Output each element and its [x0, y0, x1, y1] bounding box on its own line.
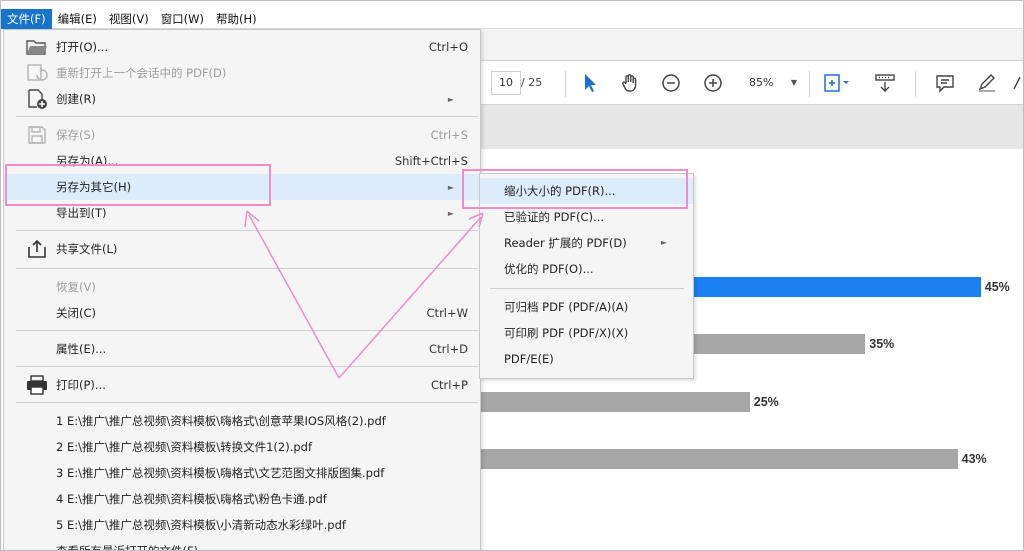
chart-data-label: 35%	[869, 337, 895, 351]
chevron-right-icon: ►	[447, 94, 454, 104]
menu-help[interactable]: 帮助(H)	[210, 9, 263, 29]
menu-window[interactable]: 窗口(W)	[155, 9, 210, 29]
highlight-box-save-as-other	[5, 164, 271, 206]
menu-separator	[16, 116, 478, 117]
menu-separator	[16, 366, 478, 367]
document-header-band	[481, 105, 1023, 149]
chevron-down-icon: ▼	[790, 78, 797, 87]
chart-data-label: 25%	[753, 395, 779, 409]
share-icon	[24, 236, 50, 262]
submenu-item-archivable-pdf[interactable]: 可归档 PDF (PDF/A)(A)	[480, 294, 693, 320]
tab-bar	[481, 29, 1023, 61]
comment-icon[interactable]	[931, 69, 959, 97]
menu-separator	[16, 268, 478, 269]
select-cursor-icon[interactable]	[576, 69, 604, 97]
chart-bar	[461, 449, 958, 469]
menu-item-open[interactable]: 打开(O)... Ctrl+O	[4, 34, 480, 60]
zoom-in-icon[interactable]	[699, 69, 727, 97]
chevron-right-icon: ►	[447, 182, 454, 192]
menu-item-share-file[interactable]: 共享文件(L)	[4, 236, 480, 262]
chevron-right-icon: ►	[660, 238, 667, 247]
pen-icon[interactable]	[973, 69, 1001, 97]
toolbar-divider	[915, 71, 916, 97]
zoom-select[interactable]: 85% ▼	[739, 71, 803, 95]
menu-item-reopen-session[interactable]: 重新打开上一个会话中的 PDF(D)	[4, 60, 480, 86]
menu-file[interactable]: 文件(F)	[1, 8, 52, 29]
more-tools-icon[interactable]	[1011, 69, 1023, 97]
menu-separator	[16, 230, 478, 231]
scroll-mode-icon[interactable]	[871, 69, 899, 97]
menu-edit[interactable]: 编辑(E)	[52, 9, 103, 29]
menu-separator	[16, 402, 478, 403]
open-folder-icon	[24, 34, 50, 60]
create-pdf-icon	[24, 86, 50, 112]
menu-separator	[490, 288, 684, 289]
menu-item-create[interactable]: 创建(R) ►	[4, 86, 480, 112]
toolbar-divider	[565, 71, 566, 97]
fit-page-icon[interactable]	[819, 69, 855, 97]
recent-file-item[interactable]: 2 E:\推广\推广总视频\资料模板\转换文件1(2).pdf	[56, 434, 476, 460]
menu-item-properties[interactable]: 属性(E)... Ctrl+D	[4, 336, 480, 362]
view-all-recent-files[interactable]: 查看所有最近打开的文件(F)...	[56, 538, 476, 550]
highlight-box-reduced-size	[462, 169, 688, 209]
recent-file-item[interactable]: 4 E:\推广\推广总视频\资料模板\嗨格式\粉色卡通.pdf	[56, 486, 476, 512]
submenu-item-pdf-e[interactable]: PDF/E(E)	[480, 346, 693, 372]
print-icon	[24, 372, 50, 398]
chart-data-label: 43%	[961, 452, 987, 466]
menu-item-revert[interactable]: 恢复(V)	[4, 274, 480, 300]
menu-bar: 文件(F) 编辑(E) 视图(V) 窗口(W) 帮助(H)	[1, 8, 1023, 29]
menu-item-close[interactable]: 关闭(C) Ctrl+W	[4, 300, 480, 326]
toolbar-divider	[809, 71, 810, 97]
app-window: 文件(F) 编辑(E) 视图(V) 窗口(W) 帮助(H) 10 / 25 85…	[0, 0, 1024, 551]
menu-view[interactable]: 视图(V)	[103, 9, 155, 29]
menu-item-save[interactable]: 保存(S) Ctrl+S	[4, 122, 480, 148]
recent-file-item[interactable]: 1 E:\推广\推广总视频\资料模板\嗨格式\创意苹果IOS风格(2).pdf	[56, 408, 476, 434]
menu-item-print[interactable]: 打印(P)... Ctrl+P	[4, 372, 480, 398]
chart-data-label: 45%	[984, 280, 1010, 294]
file-menu: 打开(O)... Ctrl+O 重新打开上一个会话中的 PDF(D) 创建(R)…	[3, 29, 481, 550]
menu-separator	[16, 330, 478, 331]
submenu-item-printable-pdf[interactable]: 可印刷 PDF (PDF/X)(X)	[480, 320, 693, 346]
recent-file-item[interactable]: 3 E:\推广\推广总视频\资料模板\嗨格式\文艺范图文排版图集.pdf	[56, 460, 476, 486]
page-total: / 25	[521, 76, 543, 89]
chevron-right-icon: ►	[447, 208, 454, 218]
hand-tool-icon[interactable]	[616, 69, 644, 97]
save-icon	[24, 122, 50, 148]
submenu-item-reader-extended-pdf[interactable]: Reader 扩展的 PDF(D) ►	[480, 230, 693, 256]
page-number-input[interactable]: 10	[491, 71, 521, 95]
chart-bar	[461, 392, 750, 412]
reopen-icon	[24, 60, 50, 86]
recent-file-item[interactable]: 5 E:\推广\推广总视频\资料模板\小清新动态水彩绿叶.pdf	[56, 512, 476, 538]
zoom-out-icon[interactable]	[657, 69, 685, 97]
zoom-value: 85%	[749, 76, 774, 89]
submenu-item-optimized-pdf[interactable]: 优化的 PDF(O)...	[480, 256, 693, 282]
